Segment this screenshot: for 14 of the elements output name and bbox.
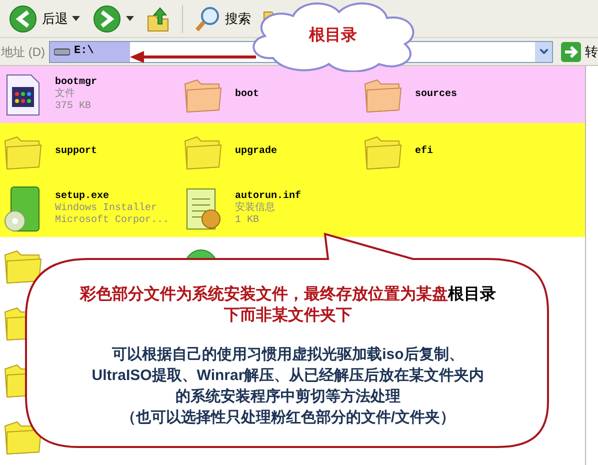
file-detail: Microsoft Corpor...	[55, 214, 170, 226]
callout-line: 彩色部分文件为系统安装文件，最终存放位置为某盘根目录	[80, 284, 496, 305]
address-label: 地址 (D)	[0, 44, 45, 60]
file-detail: 安装信息	[235, 202, 276, 214]
callout-line: 的系统安装程序中剪切等方法处理	[175, 387, 400, 407]
callout-line: 下而非某文件夹下	[224, 305, 352, 326]
callout-line: 可以根据自己的使用习惯用虚拟光驱加载iso后复制、	[112, 345, 464, 365]
callout-line: （也可以选择性只处理粉红色部分的文件/文件夹）	[120, 408, 456, 428]
file-detail: 375 KB	[55, 100, 92, 112]
file-detail: 1 KB	[235, 214, 260, 226]
callout-line: UltraISO提取、Winrar解压、从已经解压后放在某文件夹内	[92, 366, 484, 386]
address-value: E:\	[74, 44, 94, 60]
file-detail: Windows Installer	[55, 202, 158, 214]
file-detail: 文件	[55, 88, 76, 100]
